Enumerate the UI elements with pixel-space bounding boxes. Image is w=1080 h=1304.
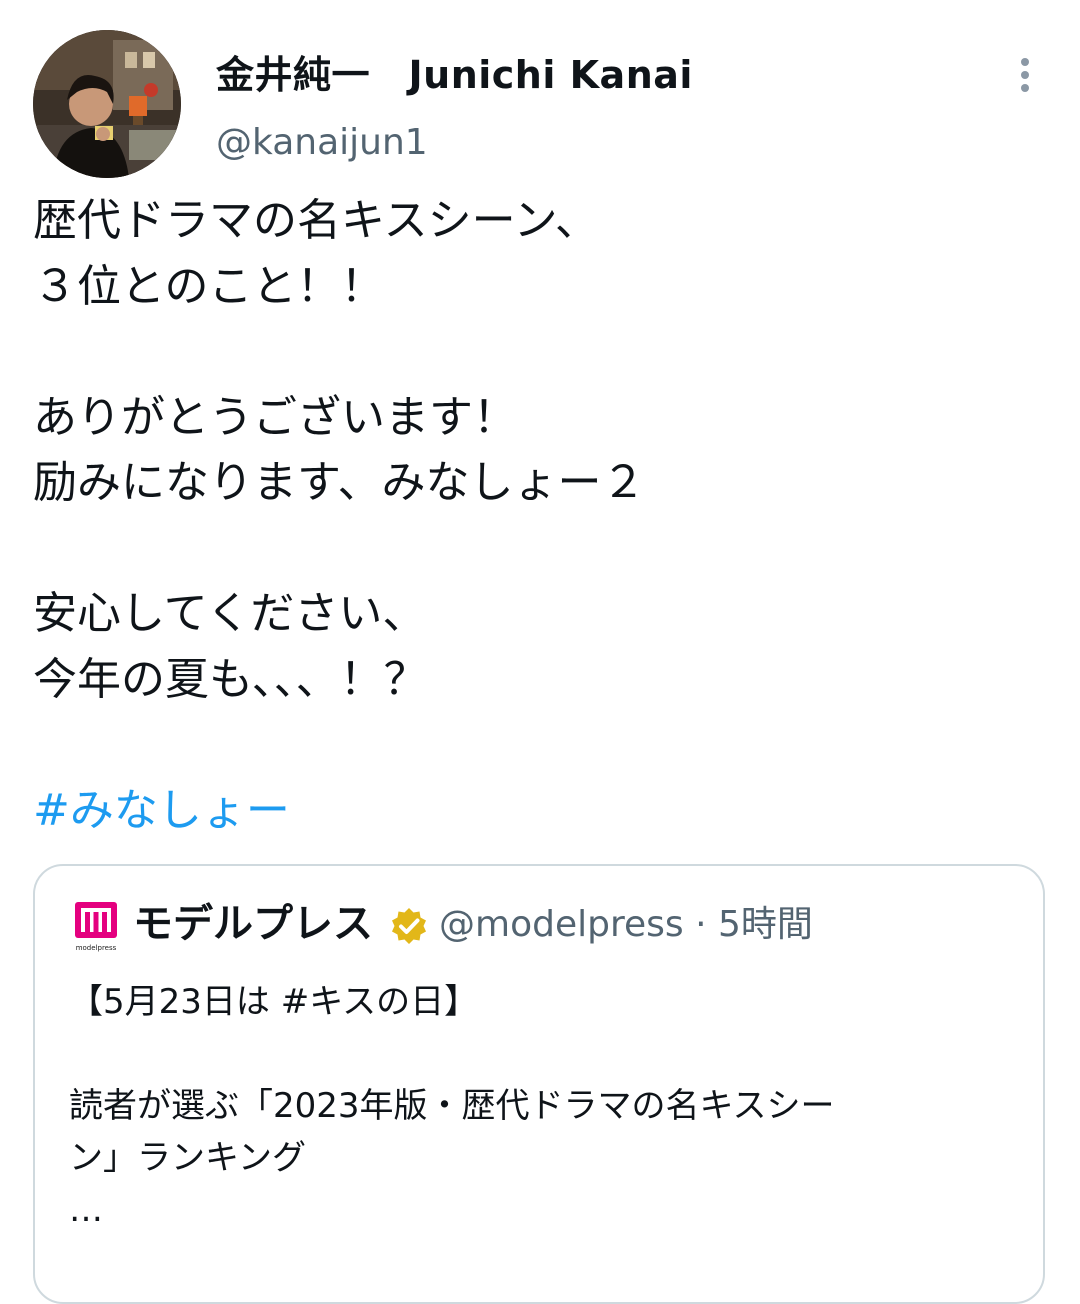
tweet-line: 安心してください、 bbox=[33, 588, 427, 639]
tweet-line: ３位とのこと！！ bbox=[33, 260, 385, 312]
author-display-name[interactable]: 金井純一 Junichi Kanai bbox=[216, 52, 693, 98]
quoted-author-handle[interactable]: @modelpress bbox=[439, 904, 684, 945]
profile-photo-icon bbox=[33, 30, 181, 178]
quoted-text-line: 【5月23日は #キスの日】 bbox=[69, 982, 479, 1022]
modelpress-logo-icon: modelpress bbox=[75, 902, 117, 952]
quoted-text-line: 読者が選ぶ「2023年版・歴代ドラマの名キスシー bbox=[69, 1086, 835, 1126]
quoted-tweet-meta: @modelpress · 5時間 bbox=[439, 902, 813, 948]
tweet-line: 今年の夏も、、、！？ bbox=[33, 653, 428, 705]
author-avatar[interactable] bbox=[33, 30, 181, 178]
quoted-text-line: ン」ランキング bbox=[69, 1138, 306, 1178]
tweet-line: ありがとうございます！ bbox=[33, 391, 517, 443]
tweet-line bbox=[33, 516, 1043, 582]
more-vertical-icon bbox=[1021, 58, 1029, 66]
meta-separator: · bbox=[695, 904, 707, 945]
tweet-line: 歴代ドラマの名キスシーン、 bbox=[33, 195, 599, 246]
quoted-text-line bbox=[69, 1028, 1019, 1080]
quoted-tweet-text: 【5月23日は #キスの日】 読者が選ぶ「2023年版・歴代ドラマの名キスシー … bbox=[69, 976, 1019, 1236]
verified-badge-icon bbox=[392, 908, 426, 944]
more-options-button[interactable] bbox=[1006, 54, 1044, 96]
quoted-text-line: … bbox=[69, 1190, 103, 1230]
author-handle[interactable]: @kanaijun1 bbox=[216, 120, 428, 166]
tweet-line bbox=[33, 319, 1043, 385]
tweet-text: 歴代ドラマの名キスシーン、 ３位とのこと！！ ありがとうございます！ 励みになり… bbox=[33, 188, 1043, 843]
tweet-line bbox=[33, 712, 1043, 778]
modelpress-logo-text: modelpress bbox=[76, 944, 117, 952]
tweet-line: 励みになります、みなしょー２ bbox=[33, 457, 646, 508]
more-vertical-icon bbox=[1021, 84, 1029, 92]
quoted-tweet-card[interactable]: modelpress モデルプレス @modelpress · 5時間 【5月2… bbox=[33, 864, 1045, 1304]
quoted-author-name[interactable]: モデルプレス bbox=[133, 900, 373, 948]
more-vertical-icon bbox=[1021, 71, 1029, 79]
hashtag-link[interactable]: #みなしょー bbox=[33, 778, 1043, 844]
quoted-tweet-time[interactable]: 5時間 bbox=[718, 904, 813, 945]
